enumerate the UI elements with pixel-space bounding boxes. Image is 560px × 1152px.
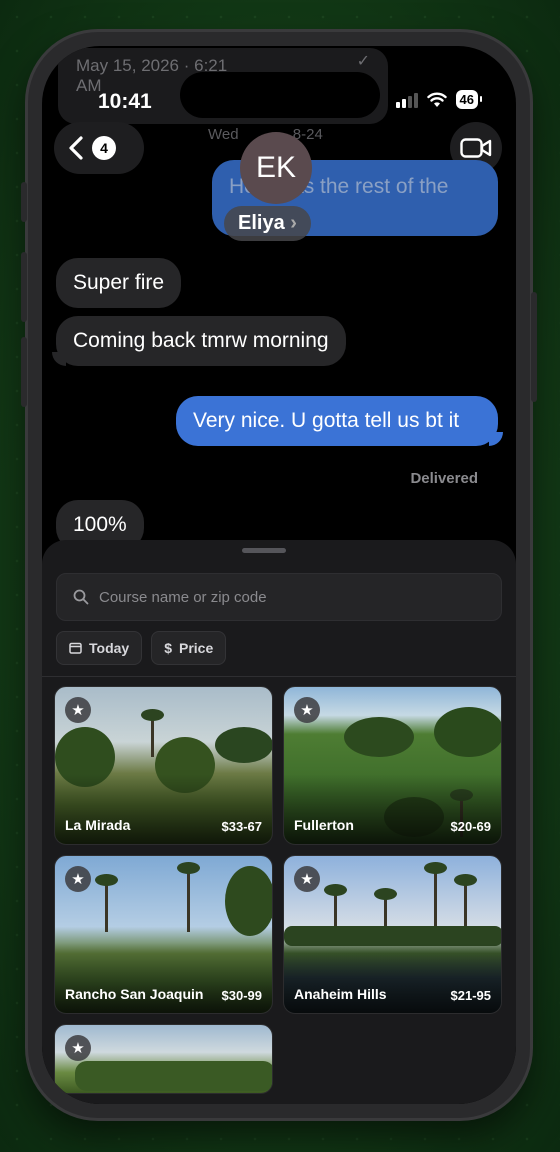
course-name: Fullerton (294, 817, 354, 833)
course-card[interactable]: ★ (54, 1024, 273, 1094)
star-icon[interactable]: ★ (294, 697, 320, 723)
course-card[interactable]: ★ Rancho San Joaquin $30-99 (54, 855, 273, 1014)
divider (42, 676, 516, 677)
course-card[interactable]: ★ Fullerton $20-69 (283, 686, 502, 845)
course-name: Rancho San Joaquin (65, 986, 204, 1002)
volume-up-button (21, 252, 27, 322)
calendar-icon (69, 642, 82, 654)
contact-name-button[interactable]: Eliya › (224, 206, 311, 241)
chevron-right-icon: › (290, 212, 297, 234)
unread-count-badge: 4 (92, 136, 116, 160)
course-name: Anaheim Hills (294, 986, 387, 1002)
course-card[interactable]: ★ La Mirada $33-67 (54, 686, 273, 845)
search-bar (56, 573, 502, 621)
filter-chips: Today $ Price (56, 631, 227, 665)
contact-avatar[interactable]: EK (240, 132, 312, 204)
course-price: $30-99 (221, 988, 262, 1003)
status-icons: 46 (395, 90, 483, 109)
video-camera-icon (460, 138, 492, 158)
course-price: $33-67 (221, 819, 262, 834)
star-icon[interactable]: ★ (65, 697, 91, 723)
wifi-icon (426, 92, 447, 107)
dynamic-island (180, 72, 380, 118)
sheet-grabber[interactable] (242, 548, 286, 553)
message-bubble-incoming: Coming back tmrw morning (52, 316, 346, 366)
chevron-left-icon (69, 136, 83, 160)
status-time: 10:41 (98, 90, 152, 113)
message-bubble-outgoing: Very nice. U gotta tell us bt it (176, 396, 503, 446)
delivered-status: Delivered (410, 470, 478, 487)
search-input[interactable] (99, 588, 459, 606)
course-price: $21-95 (450, 988, 491, 1003)
course-price: $20-69 (450, 819, 491, 834)
back-button[interactable]: 4 (54, 122, 144, 174)
message-bubble-incoming: Super fire (56, 258, 182, 308)
battery-icon: 46 (455, 90, 483, 109)
course-card[interactable]: ★ Anaheim Hills $21-95 (283, 855, 502, 1014)
screen: May 15, 2026 · 6:21 AM ✓ 10:41 46 4 Wed … (42, 46, 516, 1104)
star-icon[interactable]: ★ (294, 866, 320, 892)
course-name: La Mirada (65, 817, 131, 833)
side-button (531, 292, 537, 402)
volume-down-button (21, 337, 27, 407)
signal-icon (395, 92, 418, 108)
action-button (21, 182, 27, 222)
ghost-check-icon: ✓ (356, 53, 370, 70)
star-icon[interactable]: ★ (65, 1035, 91, 1061)
search-icon (73, 589, 89, 605)
filter-today-button[interactable]: Today (56, 631, 143, 665)
golf-booking-sheet: Today $ Price ★ La Mirada $3 (42, 540, 516, 1104)
dollar-icon: $ (164, 640, 172, 656)
filter-price-button[interactable]: $ Price (151, 631, 227, 665)
star-icon[interactable]: ★ (65, 866, 91, 892)
phone-frame: May 15, 2026 · 6:21 AM ✓ 10:41 46 4 Wed … (21, 32, 537, 1118)
